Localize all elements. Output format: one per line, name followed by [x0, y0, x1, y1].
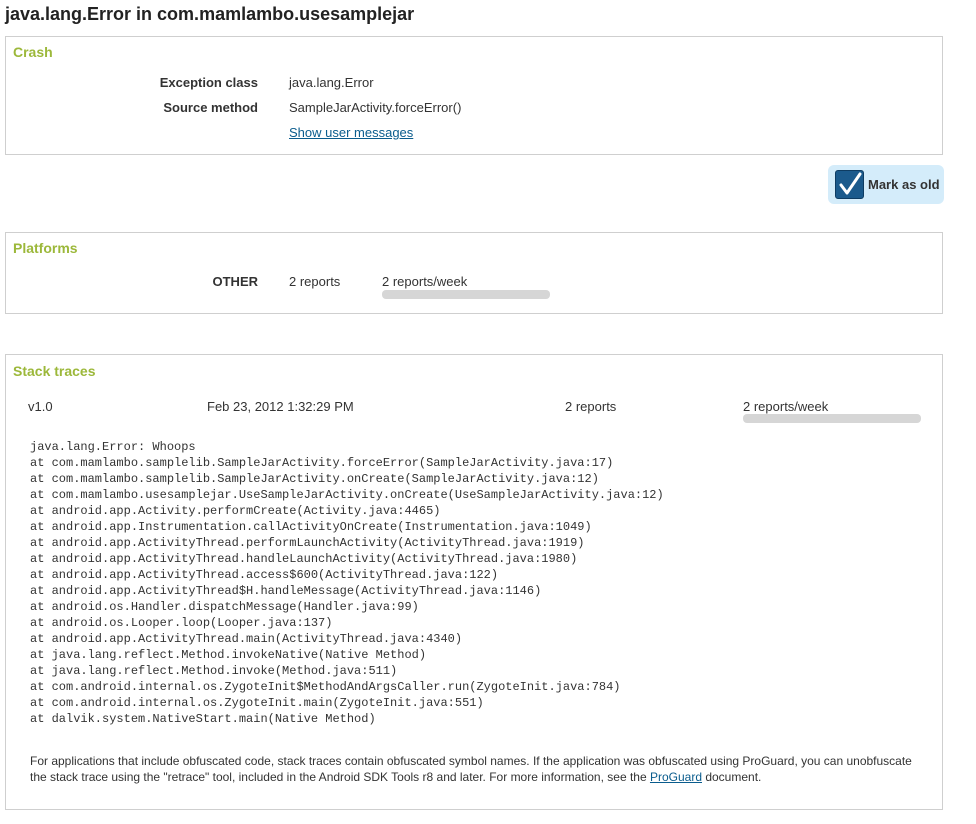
- platforms-panel-title: Platforms: [13, 240, 78, 256]
- stack-trace-line: at android.app.Instrumentation.callActiv…: [30, 520, 592, 534]
- stack-trace-line: at java.lang.reflect.Method.invokeNative…: [30, 648, 427, 662]
- stack-trace-line: at android.app.Activity.performCreate(Ac…: [30, 504, 441, 518]
- stack-trace-line: at android.app.ActivityThread.main(Activ…: [30, 632, 463, 646]
- source-method-label: Source method: [163, 100, 258, 115]
- trace-version: v1.0: [28, 399, 53, 414]
- platform-rate-bar: [382, 290, 550, 299]
- trace-date: Feb 23, 2012 1:32:29 PM: [207, 399, 354, 414]
- stack-traces-panel-title: Stack traces: [13, 363, 96, 379]
- stack-trace-line: at com.mamlambo.samplelib.SampleJarActiv…: [30, 456, 614, 470]
- platform-rate: 2 reports/week: [382, 274, 468, 289]
- crash-panel: Crash Exception class java.lang.Error So…: [5, 36, 943, 155]
- stack-trace-line: at android.app.ActivityThread.access$600…: [30, 568, 499, 582]
- proguard-link[interactable]: ProGuard: [650, 770, 702, 784]
- stack-traces-panel: Stack traces v1.0 Feb 23, 2012 1:32:29 P…: [5, 354, 943, 810]
- exception-class-label: Exception class: [159, 75, 258, 90]
- stack-trace-line: at android.os.Handler.dispatchMessage(Ha…: [30, 600, 419, 614]
- stack-trace-line: at android.app.ActivityThread.handleLaun…: [30, 552, 578, 566]
- mark-as-old-label: Mark as old: [868, 177, 940, 192]
- checkmark-icon: [835, 170, 864, 199]
- platforms-panel: Platforms OTHER 2 reports 2 reports/week: [5, 232, 943, 314]
- show-user-messages-link[interactable]: Show user messages: [289, 125, 413, 140]
- stack-trace-line: at android.app.ActivityThread$H.handleMe…: [30, 584, 542, 598]
- stack-trace-line: at java.lang.reflect.Method.invoke(Metho…: [30, 664, 398, 678]
- stack-trace-line: at android.app.ActivityThread.performLau…: [30, 536, 585, 550]
- crash-panel-title: Crash: [13, 44, 53, 60]
- stack-trace-line: at com.android.internal.os.ZygoteInit$Me…: [30, 680, 621, 694]
- stack-trace-text: java.lang.Error: Whoops at com.mamlambo.s…: [30, 439, 664, 727]
- trace-reports: 2 reports: [565, 399, 617, 414]
- obfuscation-note-end: document.: [702, 770, 762, 784]
- trace-rate: 2 reports/week: [743, 399, 829, 414]
- mark-as-old-button[interactable]: Mark as old: [828, 165, 944, 204]
- stack-trace-line: at dalvik.system.NativeStart.main(Native…: [30, 712, 376, 726]
- source-method-value: SampleJarActivity.forceError(): [289, 100, 462, 115]
- exception-class-value: java.lang.Error: [289, 75, 374, 90]
- stack-trace-line: at android.os.Looper.loop(Looper.java:13…: [30, 616, 333, 630]
- stack-trace-line: at com.mamlambo.usesamplejar.UseSampleJa…: [30, 488, 664, 502]
- platform-name: OTHER: [212, 274, 259, 289]
- trace-rate-bar: [743, 414, 921, 423]
- stack-trace-line: at com.mamlambo.samplelib.SampleJarActiv…: [30, 472, 599, 486]
- stack-trace-line: at com.android.internal.os.ZygoteInit.ma…: [30, 696, 484, 710]
- obfuscation-note: For applications that include obfuscated…: [30, 753, 922, 785]
- obfuscation-note-text: For applications that include obfuscated…: [30, 754, 912, 784]
- page-title: java.lang.Error in com.mamlambo.usesampl…: [5, 4, 415, 24]
- platform-reports: 2 reports: [289, 274, 341, 289]
- stack-trace-line: java.lang.Error: Whoops: [30, 440, 196, 454]
